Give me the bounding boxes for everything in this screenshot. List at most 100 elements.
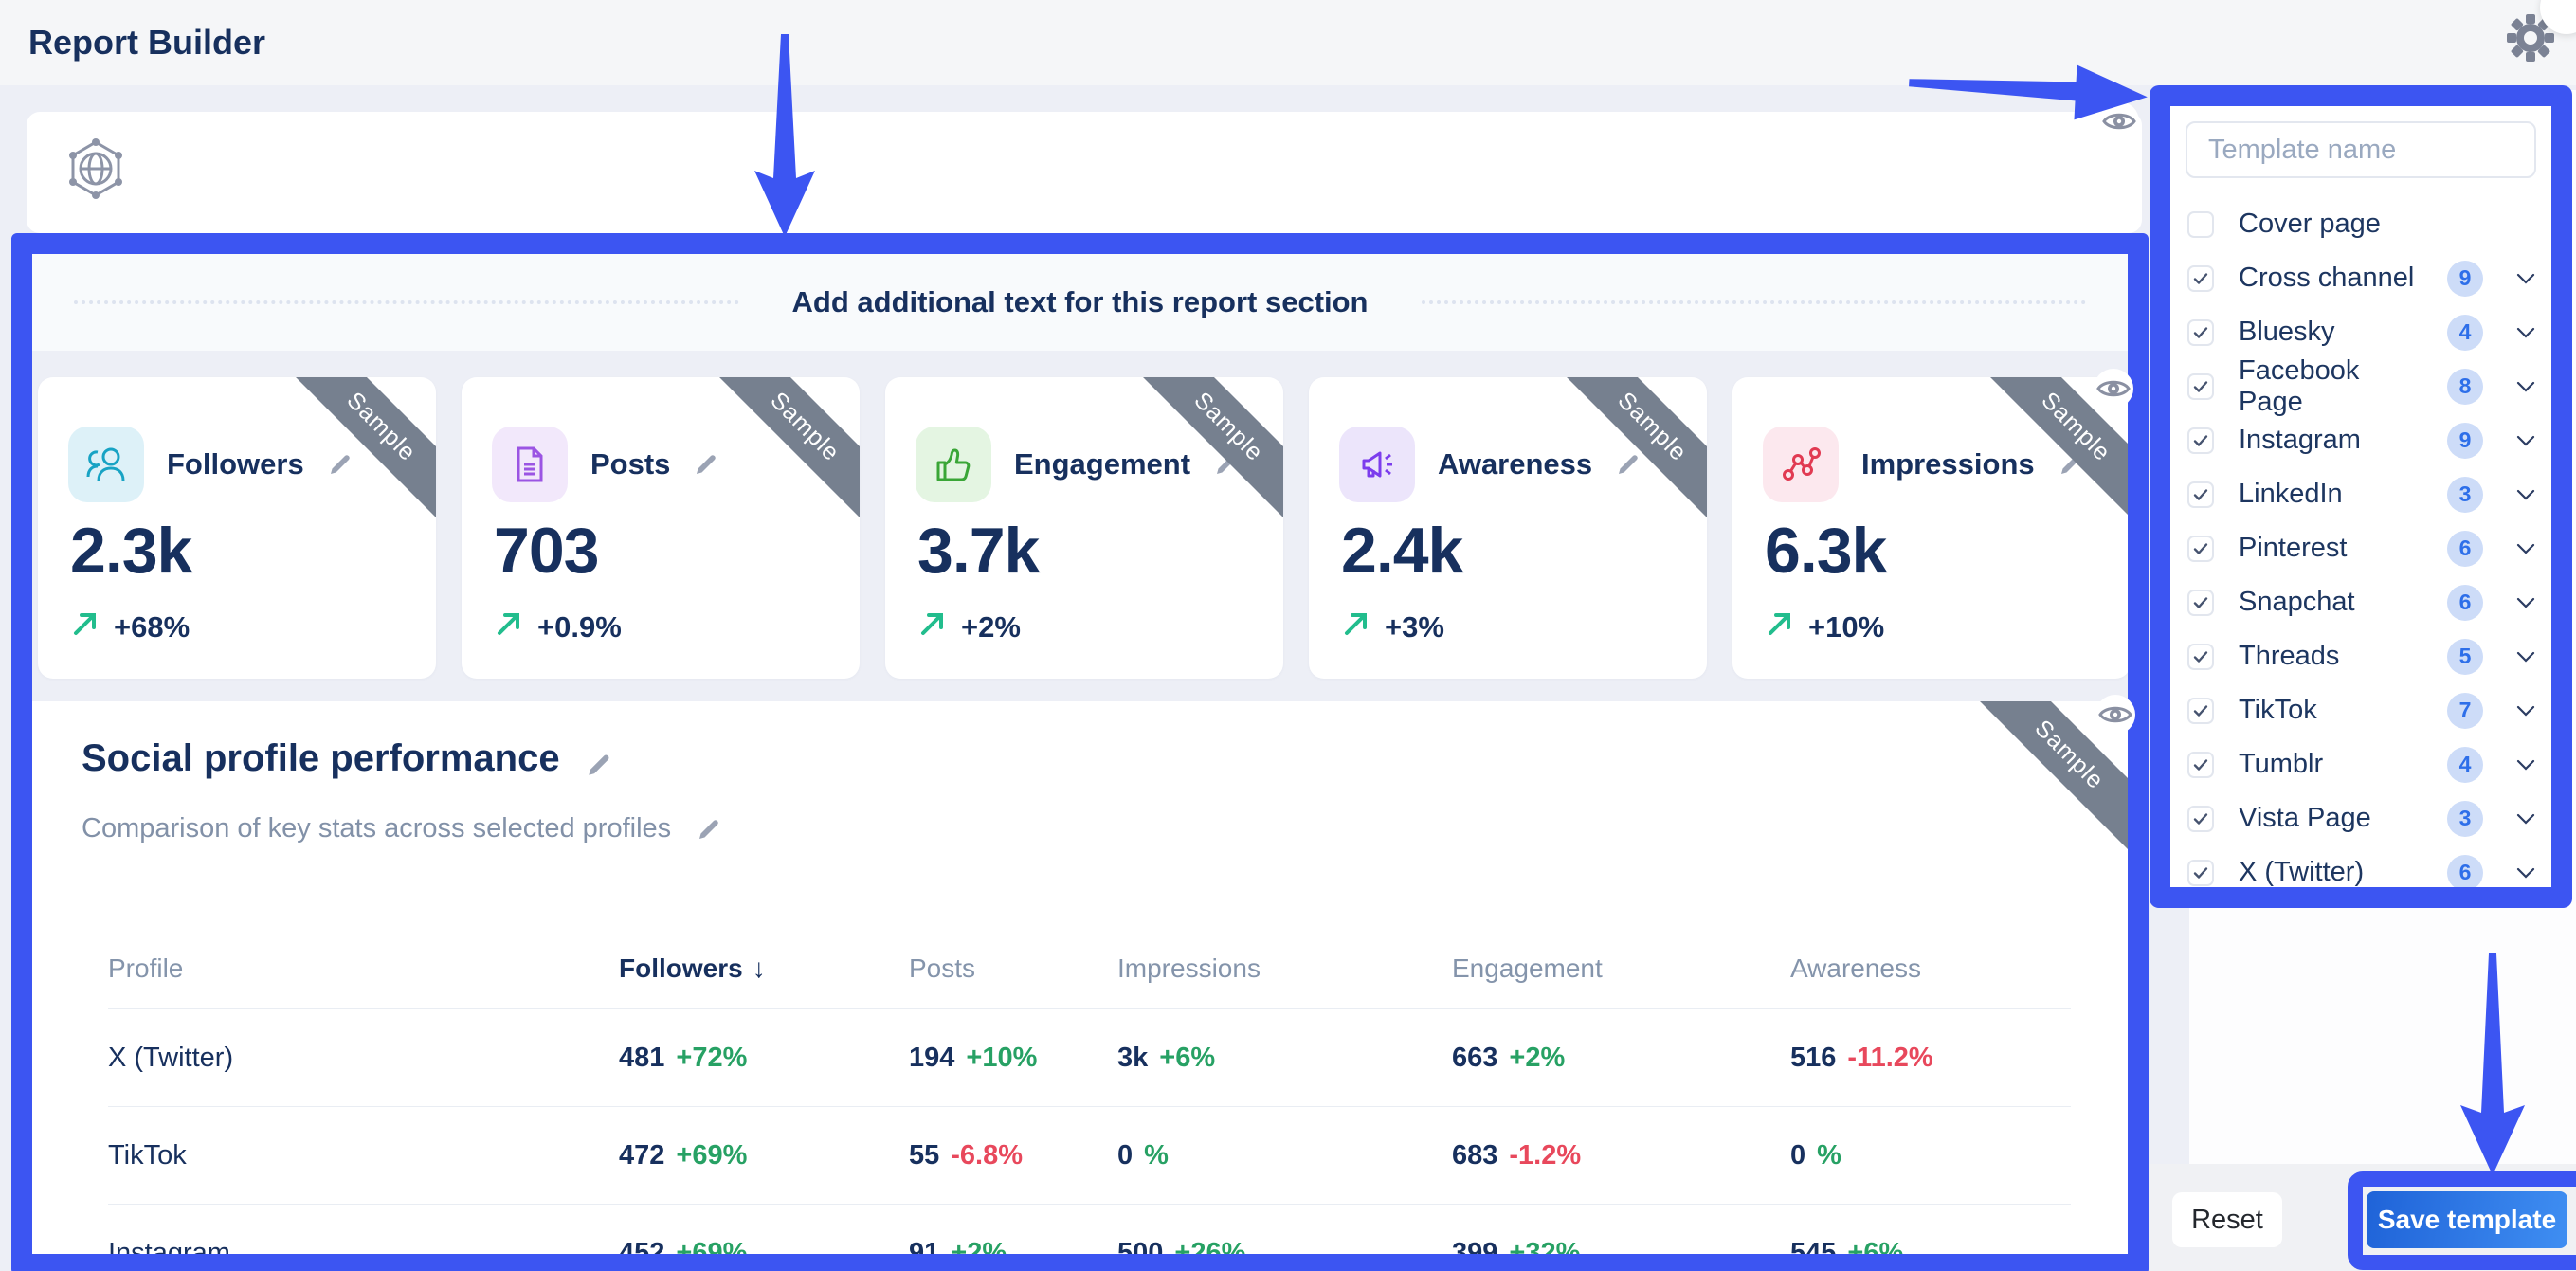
template-section-item[interactable]: Cross channel 9 — [2170, 251, 2551, 305]
card-value: 6.3k — [1765, 514, 1886, 588]
section-label: Vista Page — [2239, 803, 2422, 834]
checkbox[interactable] — [2187, 265, 2214, 292]
template-section-item[interactable]: Facebook Page 8 — [2170, 359, 2551, 413]
chevron-down-icon[interactable] — [2513, 536, 2538, 561]
template-section-list: Cover page Cross channel 9 — [2170, 197, 2551, 899]
stat-card-awareness: Sample Awareness 2.4k — [1309, 377, 1707, 679]
count-badge: 4 — [2447, 747, 2483, 783]
add-text-section[interactable]: Add additional text for this report sect… — [32, 254, 2128, 351]
table-row: X (Twitter) 481+72% 194+10% 3k+6% 663+2%… — [108, 1009, 2071, 1107]
card-label: Awareness — [1438, 447, 1592, 481]
section-label: Tumblr — [2239, 749, 2422, 780]
template-section-item[interactable]: Tumblr 4 — [2170, 737, 2551, 791]
checkbox[interactable] — [2187, 806, 2214, 832]
section-label: LinkedIn — [2239, 479, 2422, 510]
chevron-down-icon[interactable] — [2513, 320, 2538, 345]
card-value: 3.7k — [917, 514, 1039, 588]
checkbox[interactable] — [2187, 481, 2214, 508]
section-title: Social profile performance — [82, 737, 560, 780]
trend-up-icon — [70, 608, 100, 646]
chevron-down-icon[interactable] — [2513, 861, 2538, 885]
checkbox[interactable] — [2187, 752, 2214, 778]
column-header-engagement[interactable]: Engagement — [1452, 953, 1790, 984]
count-badge: 9 — [2447, 261, 2483, 297]
template-section-item[interactable]: Bluesky 4 — [2170, 305, 2551, 359]
card-trend-value: +68% — [114, 610, 190, 645]
chevron-down-icon[interactable] — [2513, 482, 2538, 507]
column-header-profile[interactable]: Profile — [108, 953, 619, 984]
edit-pencil-icon[interactable] — [327, 451, 354, 478]
chevron-down-icon[interactable] — [2513, 590, 2538, 615]
chevron-down-icon[interactable] — [2513, 645, 2538, 669]
reset-button[interactable]: Reset — [2172, 1192, 2282, 1247]
checkbox[interactable] — [2187, 536, 2214, 562]
section-label: TikTok — [2239, 695, 2422, 726]
edit-pencil-icon[interactable] — [585, 746, 611, 772]
edit-pencil-icon[interactable] — [693, 451, 719, 478]
divider — [1422, 300, 2087, 304]
eye-icon[interactable] — [2093, 368, 2134, 409]
checkbox[interactable] — [2187, 211, 2214, 238]
followers-icon — [68, 427, 144, 502]
card-label: Impressions — [1861, 447, 2035, 481]
template-section-item[interactable]: Vista Page 3 — [2170, 791, 2551, 845]
template-section-item[interactable]: Threads 5 — [2170, 629, 2551, 683]
trend-up-icon — [1341, 608, 1371, 646]
eye-icon[interactable] — [2095, 694, 2136, 735]
checkbox[interactable] — [2187, 644, 2214, 670]
checkbox[interactable] — [2187, 590, 2214, 616]
section-label: Cover page — [2239, 209, 2538, 240]
column-header-posts[interactable]: Posts — [909, 953, 1117, 984]
card-trend-value: +3% — [1385, 610, 1444, 645]
edit-pencil-icon[interactable] — [696, 816, 722, 843]
checkbox[interactable] — [2187, 427, 2214, 454]
header: Report Builder — [0, 0, 2576, 85]
section-label: X (Twitter) — [2239, 857, 2422, 888]
template-section-item[interactable]: X (Twitter) 6 — [2170, 845, 2551, 899]
chevron-down-icon[interactable] — [2513, 699, 2538, 723]
save-template-button[interactable]: Save template — [2367, 1191, 2567, 1248]
chevron-down-icon[interactable] — [2513, 428, 2538, 453]
card-label: Engagement — [1014, 447, 1190, 481]
template-section-item[interactable]: Instagram 9 — [2170, 413, 2551, 467]
edit-pencil-icon[interactable] — [1615, 451, 1642, 478]
column-header-awareness[interactable]: Awareness — [1790, 953, 2071, 984]
section-label: Cross channel — [2239, 263, 2422, 294]
column-header-impressions[interactable]: Impressions — [1117, 953, 1452, 984]
stat-card-posts: Sample Posts 703 +0.9% — [462, 377, 860, 679]
chevron-down-icon[interactable] — [2513, 266, 2538, 291]
template-name-input[interactable] — [2186, 121, 2536, 178]
section-label: Bluesky — [2239, 317, 2422, 348]
chevron-down-icon[interactable] — [2513, 753, 2538, 777]
checkbox[interactable] — [2187, 860, 2214, 886]
trend-up-icon — [1765, 608, 1795, 646]
template-section-item[interactable]: TikTok 7 — [2170, 683, 2551, 737]
template-section-item[interactable]: Snapchat 6 — [2170, 575, 2551, 629]
section-label: Threads — [2239, 641, 2422, 672]
eye-icon[interactable] — [2098, 100, 2140, 142]
section-label: Facebook Page — [2239, 355, 2422, 418]
count-badge: 4 — [2447, 315, 2483, 351]
checkbox[interactable] — [2187, 698, 2214, 724]
checkbox[interactable] — [2187, 319, 2214, 346]
template-section-item[interactable]: LinkedIn 3 — [2170, 467, 2551, 521]
card-value: 703 — [494, 514, 598, 588]
template-section-item[interactable]: Cover page — [2170, 197, 2551, 251]
card-trend-value: +2% — [961, 610, 1021, 645]
checkbox[interactable] — [2187, 373, 2214, 400]
report-header-card — [27, 112, 2142, 233]
section-label: Instagram — [2239, 425, 2422, 456]
impressions-icon — [1763, 427, 1839, 502]
chevron-down-icon[interactable] — [2513, 374, 2538, 399]
chevron-down-icon[interactable] — [2513, 807, 2538, 831]
add-text-label: Add additional text for this report sect… — [792, 285, 1369, 319]
profile-name: X (Twitter) — [108, 1043, 619, 1074]
section-subtitle: Comparison of key stats across selected … — [82, 813, 671, 844]
section-label: Pinterest — [2239, 533, 2422, 564]
template-section-item[interactable]: Pinterest 6 — [2170, 521, 2551, 575]
profile-name: TikTok — [108, 1140, 619, 1171]
template-sidebar: Cover page Cross channel 9 — [2170, 106, 2551, 887]
count-badge: 3 — [2447, 477, 2483, 513]
count-badge: 3 — [2447, 801, 2483, 837]
column-header-followers[interactable]: Followers↓ — [619, 953, 909, 984]
